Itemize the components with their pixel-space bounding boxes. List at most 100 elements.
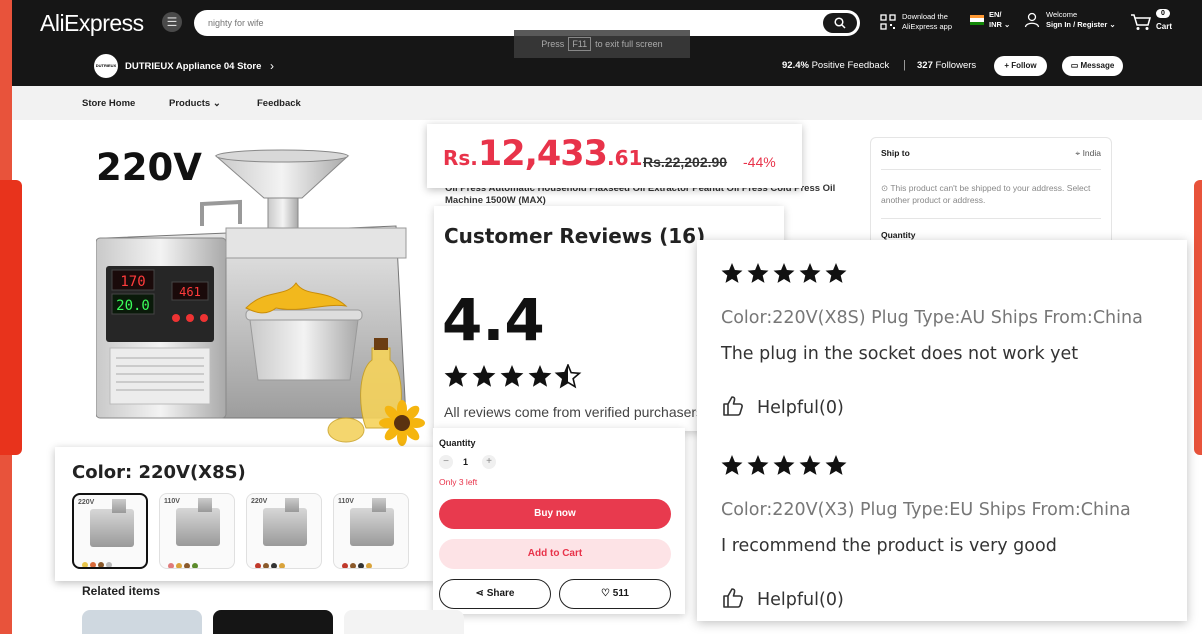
positive-feedback: 92.4% Positive Feedback [782, 60, 889, 71]
quantity-label: Quantity [881, 230, 916, 240]
option-dots [255, 556, 315, 568]
nav-products[interactable]: Products ⌄ [169, 98, 221, 109]
ship-destination-text: India [1082, 148, 1101, 158]
left-edge-tab [0, 180, 22, 455]
stock-warning: Only 3 left [439, 477, 478, 487]
original-price: Rs.22,202.90 [643, 154, 728, 170]
color-option-label: 110V [164, 498, 180, 505]
star-icon [747, 263, 769, 283]
chevron-right-icon[interactable]: › [270, 59, 274, 73]
star-icon [773, 263, 795, 283]
fullscreen-hint-key: F11 [568, 37, 592, 51]
star-icon [799, 455, 821, 475]
followers-label: Followers [935, 60, 977, 71]
share-label: Share [486, 588, 515, 599]
cart-icon [1131, 14, 1151, 30]
related-item-thumbnail[interactable] [344, 610, 464, 634]
buy-now-button[interactable]: Buy now [439, 499, 671, 529]
star-icon [444, 365, 468, 387]
store-nav: Store Home Products ⌄ Feedback [12, 86, 1202, 120]
purchase-panel: Quantity − 1 + Only 3 left Buy now Add t… [433, 428, 685, 614]
nav-store-home[interactable]: Store Home [82, 98, 135, 109]
follow-button[interactable]: + Follow [994, 56, 1047, 76]
positive-feedback-label: Positive Feedback [811, 60, 890, 71]
followers-number: 327 [917, 60, 933, 71]
review-text: I recommend the product is very good [721, 536, 1057, 556]
search-button[interactable] [823, 13, 857, 33]
chevron-down-icon: ⌄ [212, 98, 221, 109]
star-icon [773, 455, 795, 475]
review-stars [721, 455, 847, 475]
menu-icon[interactable]: ☰ [162, 12, 182, 32]
color-label: Color: 220V(X8S) [72, 462, 246, 483]
message-label: Message [1080, 61, 1115, 70]
display-red: 461 [179, 285, 201, 299]
cart-count-badge: 0 [1156, 9, 1170, 18]
ship-destination[interactable]: ⌖ India [1075, 148, 1101, 159]
color-option-3[interactable]: 220V [246, 493, 322, 569]
followers-count: 327 Followers [917, 60, 976, 71]
review-meta: Color:220V(X8S) Plug Type:AU Ships From:… [721, 308, 1143, 328]
user-icon [1024, 12, 1040, 28]
reviews-list-card: Color:220V(X8S) Plug Type:AU Ships From:… [697, 240, 1187, 621]
fullscreen-hint-post: to exit full screen [595, 39, 663, 49]
star-icon [500, 365, 524, 387]
share-icon: ⋖ [475, 588, 484, 599]
review-item: Color:220V(X3) Plug Type:EU Ships From:C… [721, 454, 1131, 610]
quantity-decrease-button[interactable]: − [439, 455, 453, 469]
option-dots [82, 555, 142, 567]
color-option-1[interactable]: 220V [72, 493, 148, 569]
star-icon [825, 455, 847, 475]
related-item-thumbnail[interactable] [213, 610, 333, 634]
welcome-text: Welcome [1046, 10, 1078, 19]
option-dots [342, 556, 402, 568]
color-option-4[interactable]: 110V [333, 493, 409, 569]
price-card: Rs.12,433.61 Rs.22,202.90 -44% [427, 124, 802, 188]
stats-separator: | [903, 59, 906, 71]
share-button[interactable]: ⋖ Share [439, 579, 551, 609]
star-icon [472, 365, 496, 387]
heart-icon: ♡ [601, 588, 611, 599]
language-label: EN/ [989, 10, 1002, 19]
thumbs-up-icon [723, 588, 743, 608]
right-edge-tab [1194, 180, 1202, 455]
color-selector-card: Color: 220V(X8S) 220V 110V 220V 110V [55, 447, 433, 581]
quantity-increase-button[interactable]: + [482, 455, 496, 469]
india-flag-icon [970, 15, 984, 25]
helpful-button[interactable]: Helpful(0) [721, 586, 921, 612]
color-option-2[interactable]: 110V [159, 493, 235, 569]
helpful-button[interactable]: Helpful(0) [721, 394, 921, 420]
star-icon [721, 455, 743, 475]
thumbs-up-icon [723, 396, 743, 416]
helpful-label: Helpful(0) [757, 398, 844, 418]
add-to-cart-button[interactable]: Add to Cart [439, 539, 671, 569]
top-header: AliExpress ☰ PressF11to exit full screen… [12, 0, 1202, 86]
message-button[interactable]: ▭ Message [1062, 56, 1123, 76]
search-input[interactable] [208, 15, 808, 31]
quantity-value[interactable]: 1 [463, 457, 468, 467]
signin-register-link[interactable]: Sign In / Register [1046, 20, 1107, 29]
wishlist-button[interactable]: ♡ 511 [559, 579, 671, 609]
option-thumbnail [263, 498, 307, 546]
nav-feedback[interactable]: Feedback [257, 98, 301, 109]
qr-code-icon [880, 14, 896, 30]
nav-products-label: Products [169, 98, 211, 109]
option-thumbnail [350, 498, 394, 546]
display-temperature: 170 [120, 274, 145, 290]
product-image[interactable]: 170 20.0 461 [96, 148, 436, 448]
store-name[interactable]: DUTRIEUX Appliance 04 Store [125, 61, 261, 72]
aliexpress-logo[interactable]: AliExpress [40, 10, 144, 37]
related-items-title: Related items [82, 584, 161, 598]
review-meta: Color:220V(X3) Plug Type:EU Ships From:C… [721, 500, 1131, 520]
review-text: The plug in the socket does not work yet [721, 344, 1079, 364]
shipping-panel: Ship to ⌖ India ⊙ This product can't be … [870, 137, 1112, 247]
shipping-warning: ⊙ This product can't be shipped to your … [881, 183, 1091, 205]
chevron-down-icon: ⌄ [1109, 20, 1116, 29]
discount-badge: -44% [743, 154, 776, 170]
related-item-thumbnail[interactable] [82, 610, 202, 634]
location-pin-icon: ⌖ [1075, 148, 1081, 158]
review-stars [721, 263, 847, 283]
store-logo[interactable]: DUTRIEUX [94, 54, 118, 78]
star-icon [528, 365, 552, 387]
ship-to-label: Ship to [881, 148, 910, 158]
